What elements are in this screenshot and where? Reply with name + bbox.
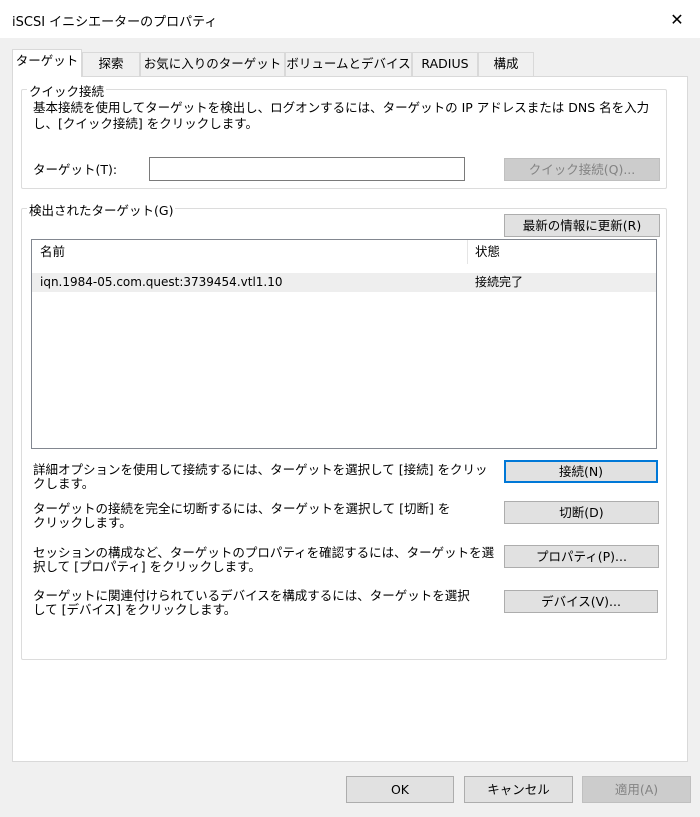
quick-connect-legend: クイック接続 [27, 81, 107, 100]
target-input[interactable] [149, 157, 465, 181]
properties-description-1: セッションの構成など、ターゲットのプロパティを確認するには、ターゲットを選 [33, 545, 495, 560]
tab-targets[interactable]: ターゲット [12, 49, 82, 77]
quick-connect-button[interactable]: クイック接続(Q)... [504, 158, 660, 181]
quick-connect-description-2: し、[クイック接続] をクリックします。 [33, 116, 258, 131]
tab-favorite-targets[interactable]: お気に入りのターゲット [140, 52, 285, 76]
connect-description-1: 詳細オプションを使用して接続するには、ターゲットを選択して [接続] をクリッ [33, 462, 488, 477]
tab-discovery[interactable]: 探索 [82, 52, 140, 76]
devices-description-2: して [デバイス] をクリックします。 [33, 602, 237, 617]
target-status-cell: 接続完了 [475, 275, 524, 289]
tab-volumes-devices[interactable]: ボリュームとデバイス [285, 52, 412, 76]
disconnect-button[interactable]: 切断(D) [504, 501, 659, 524]
close-icon: ✕ [670, 9, 684, 29]
window-title: iSCSI イニシエーターのプロパティ [12, 15, 218, 30]
devices-button[interactable]: デバイス(V)... [504, 590, 658, 613]
properties-button[interactable]: プロパティ(P)... [504, 545, 659, 568]
cancel-button[interactable]: キャンセル [464, 776, 573, 803]
column-header-name[interactable]: 名前 [32, 240, 467, 264]
devices-description-1: ターゲットに関連付けられているデバイスを構成するには、ターゲットを選択 [33, 588, 470, 603]
connect-description-2: クします。 [33, 476, 95, 491]
discovered-targets-legend: 検出されたターゲット(G) [27, 200, 176, 219]
title-bar: iSCSI イニシエーターのプロパティ ✕ [0, 0, 700, 38]
target-label: ターゲット(T): [33, 162, 118, 177]
tab-configuration[interactable]: 構成 [478, 52, 534, 76]
list-header: 名前 状態 [32, 240, 656, 264]
apply-button[interactable]: 適用(A) [582, 776, 691, 803]
disconnect-description-1: ターゲットの接続を完全に切断するには、ターゲットを選択して [切断] を [33, 501, 451, 516]
refresh-button[interactable]: 最新の情報に更新(R) [504, 214, 660, 237]
close-button[interactable]: ✕ [654, 0, 700, 38]
target-name-cell: iqn.1984-05.com.quest:3739454.vtl1.10 [40, 275, 283, 289]
connect-button[interactable]: 接続(N) [504, 460, 658, 483]
disconnect-description-2: クリックします。 [33, 515, 132, 530]
properties-description-2: 択して [プロパティ] をクリックします。 [33, 559, 261, 574]
tab-panel-targets: クイック接続 基本接続を使用してターゲットを検出し、ログオンするには、ターゲット… [12, 76, 688, 762]
ok-button[interactable]: OK [346, 776, 454, 803]
targets-list[interactable]: 名前 状態 iqn.1984-05.com.quest:3739454.vtl1… [31, 239, 657, 449]
table-row[interactable]: iqn.1984-05.com.quest:3739454.vtl1.10 接続… [32, 273, 656, 292]
column-header-status[interactable]: 状態 [467, 240, 656, 264]
tab-radius[interactable]: RADIUS [412, 52, 478, 76]
quick-connect-description-1: 基本接続を使用してターゲットを検出し、ログオンするには、ターゲットの IP アド… [33, 100, 650, 115]
